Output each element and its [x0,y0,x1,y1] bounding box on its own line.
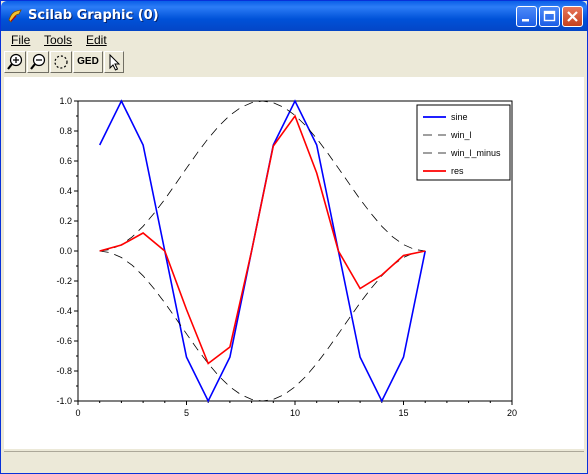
zoom-out-icon [30,53,46,70]
y-tick-label: 0.2 [59,216,72,226]
y-tick-label: 0.8 [59,126,72,136]
x-tick-label: 10 [290,408,300,418]
zoom-in-icon [7,53,23,70]
x-tick-label: 20 [507,408,517,418]
legend-label: res [451,166,464,176]
legend-label: win_l_minus [450,148,501,158]
x-tick-label: 5 [184,408,189,418]
select-pointer-button[interactable] [104,51,124,73]
menu-edit-label: Edit [86,33,107,47]
y-tick-label: -0.6 [56,336,72,346]
close-icon [567,11,578,22]
zoom-out-button[interactable] [27,51,49,73]
menu-edit[interactable]: Edit [86,33,107,47]
y-tick-label: -0.4 [56,306,72,316]
series-line-sine [98,99,426,403]
title-bar[interactable]: Scilab Graphic (0) [1,1,587,31]
series-line-win-l-minus [99,250,426,402]
menu-tools-label: Tools [44,33,73,47]
graphic-canvas[interactable]: -1.0 -0.8 -0.6 -0.4 -0.2 0.0 0.2 0.4 0.6 0.8 1.0 0 5… [4,77,584,449]
menu-file-label: File [11,33,31,47]
y-tick-label: 0.6 [59,156,72,166]
window-title: Scilab Graphic (0) [28,8,159,23]
pointer-arrow-icon [109,53,121,71]
toolbar: GED [1,50,587,74]
y-tick-label: -0.2 [56,276,72,286]
scilab-app-icon [8,9,22,23]
y-tick-label: 0.0 [59,246,72,256]
y-tick-label: 0.4 [59,186,72,196]
maximize-button[interactable] [539,6,560,27]
y-tick-label: -0.8 [56,366,72,376]
zoom-in-button[interactable] [4,51,26,73]
scilab-graphic-window: Scilab Graphic (0) File Tools Edit GED -… [0,0,588,474]
series-line-res [99,114,426,365]
ged-button[interactable]: GED [73,51,103,73]
menu-file[interactable]: File [11,33,30,47]
y-tick-label: -1.0 [56,396,72,406]
menu-bar: File Tools Edit [1,31,587,50]
menu-tools[interactable]: Tools [44,33,72,47]
status-bar [4,451,584,472]
series-line-win-l [99,100,426,252]
minimize-button[interactable] [516,6,537,27]
y-tick-label: 1.0 [59,96,72,106]
ged-label: GED [77,56,99,67]
x-tick-label: 15 [398,408,408,418]
x-tick-label: 0 [75,408,80,418]
rotate-icon [54,55,68,69]
maximize-icon [543,10,556,22]
legend-label: win_l [450,130,472,140]
close-button[interactable] [562,6,583,27]
rotate-button[interactable] [50,51,72,73]
legend-label: sine [451,112,468,122]
plot-area: -1.0 -0.8 -0.6 -0.4 -0.2 0.0 0.2 0.4 0.6 0.8 1.0 0 5… [56,96,517,418]
minimize-icon [522,19,529,22]
